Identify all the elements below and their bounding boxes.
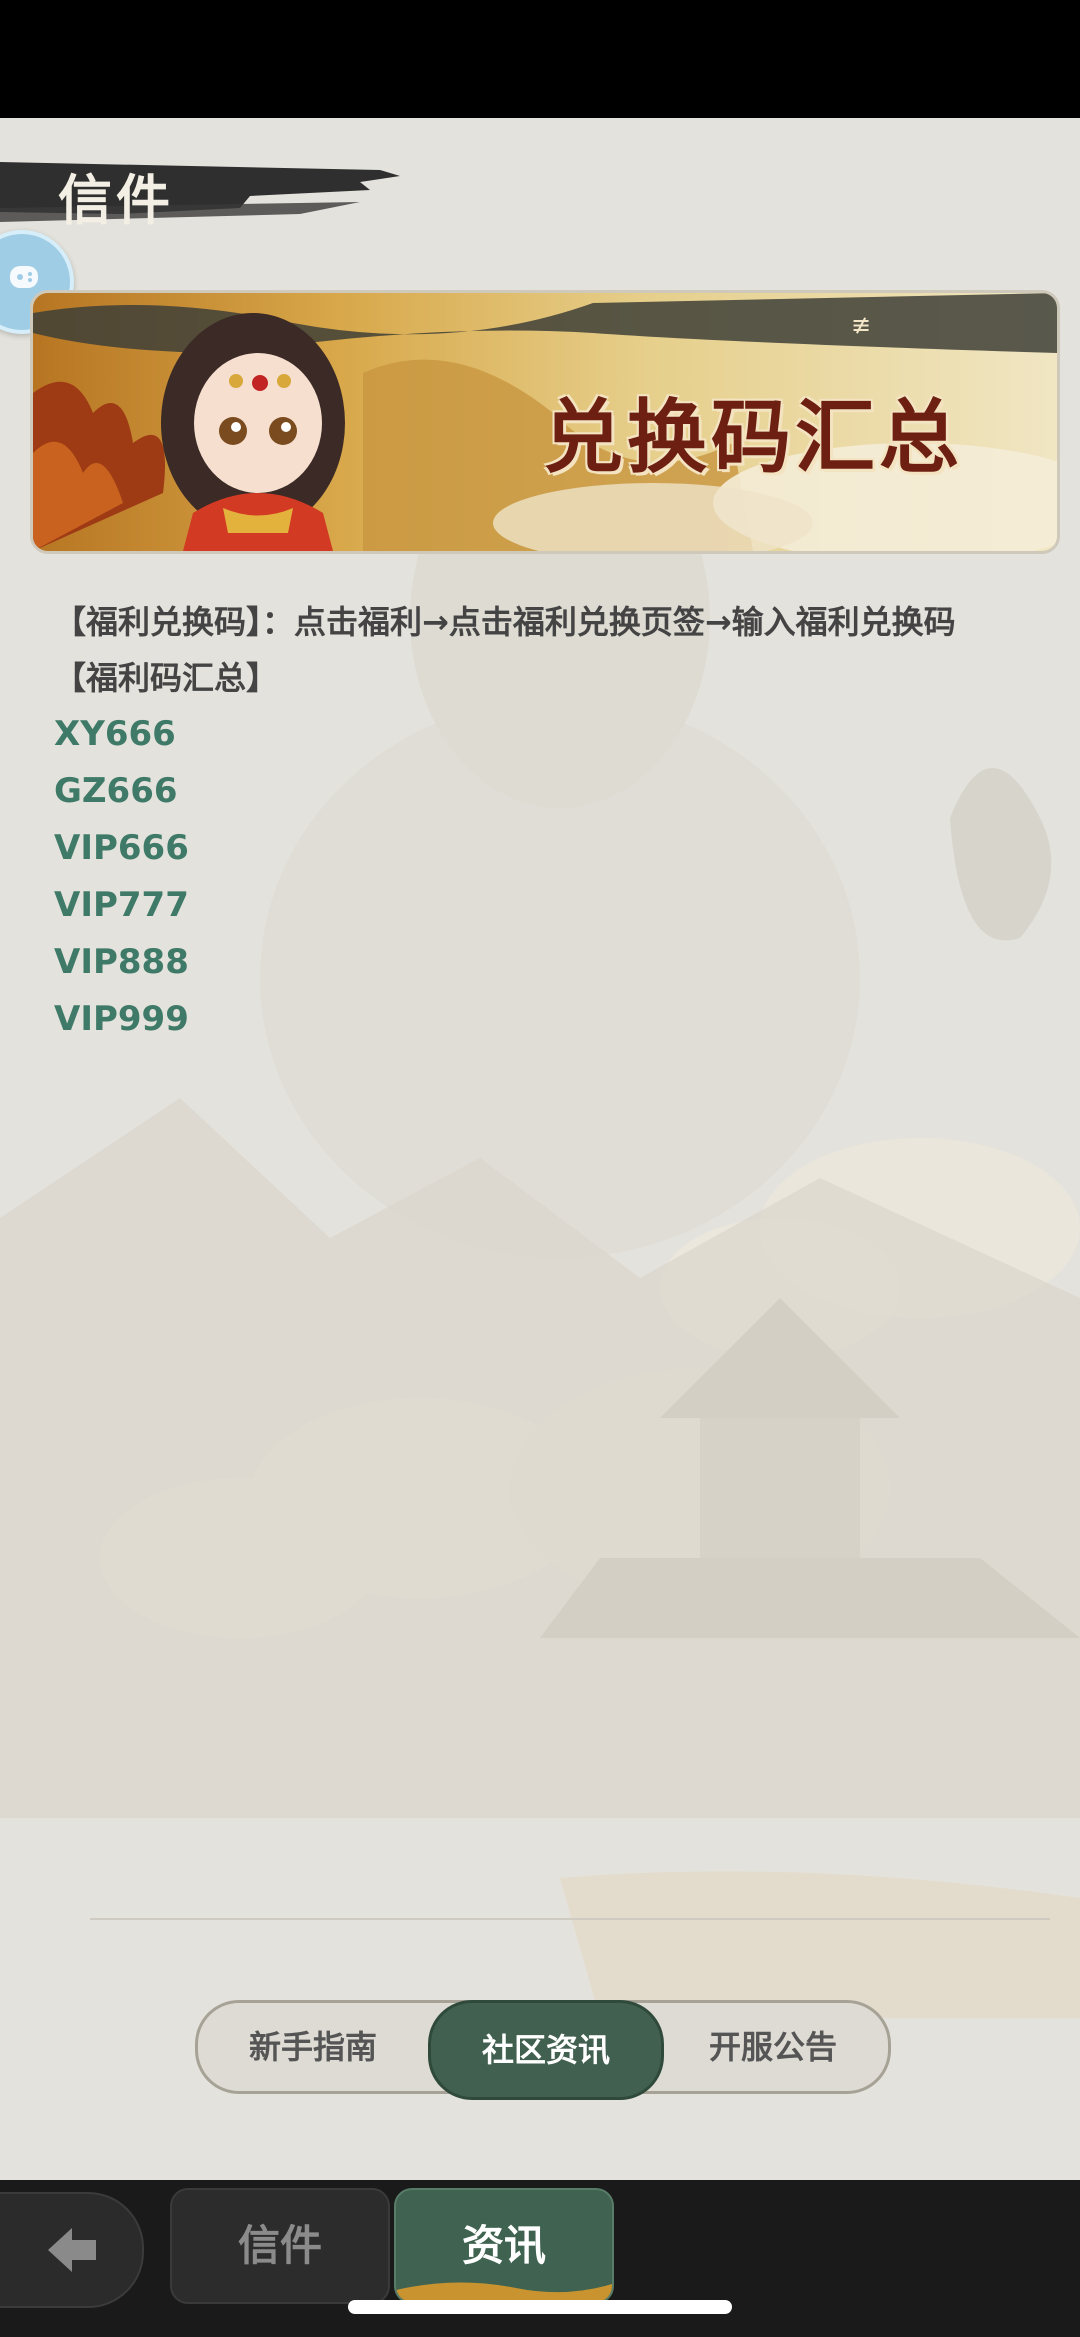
back-button[interactable] xyxy=(0,2192,144,2308)
divider xyxy=(90,1918,1050,1920)
nav-tab-news-label: 资讯 xyxy=(461,2221,546,2270)
tab-beginner-guide[interactable]: 新手指南 xyxy=(198,2003,428,2091)
category-segmented-control: 新手指南 社区资讯 开服公告 xyxy=(195,2000,891,2100)
nav-tab-mail[interactable]: 信件 xyxy=(170,2188,390,2304)
status-bar xyxy=(0,0,1080,118)
redeem-banner[interactable]: ≢ 兑换码汇总 xyxy=(30,290,1060,554)
home-indicator xyxy=(348,2300,732,2314)
redeem-code: XY666 xyxy=(54,714,176,754)
tab-community-news[interactable]: 社区资讯 xyxy=(428,2000,664,2100)
intro-text: 【福利兑换码】：点击福利→点击福利兑换页签→输入福利兑换码 xyxy=(54,603,956,641)
mail-page: 信件 ≢ 兑换码汇总 【福利兑换码】：点击福利→点击福利兑换页签→输入福利兑换码… xyxy=(0,118,1080,2180)
redeem-code: VIP777 xyxy=(54,885,189,925)
mail-content: 【福利兑换码】：点击福利→点击福利兑换页签→输入福利兑换码 【福利码汇总】 XY… xyxy=(54,594,1034,1048)
redeem-code: VIP888 xyxy=(54,942,189,982)
redeem-code: VIP999 xyxy=(54,999,189,1039)
banner-badge: ≢ xyxy=(851,311,871,339)
section-title: 【福利码汇总】 xyxy=(54,659,279,697)
nav-tab-news[interactable]: 资讯 xyxy=(394,2188,614,2304)
arrow-left-icon xyxy=(48,2228,96,2272)
character-portrait xyxy=(161,313,345,551)
redeem-code: VIP666 xyxy=(54,828,189,868)
banner-title: 兑换码汇总 xyxy=(543,390,963,484)
page-title: 信件 xyxy=(58,168,174,232)
tab-server-announcement[interactable]: 开服公告 xyxy=(658,2003,888,2091)
tab-decoration xyxy=(396,2282,612,2302)
redeem-code: GZ666 xyxy=(54,771,178,811)
